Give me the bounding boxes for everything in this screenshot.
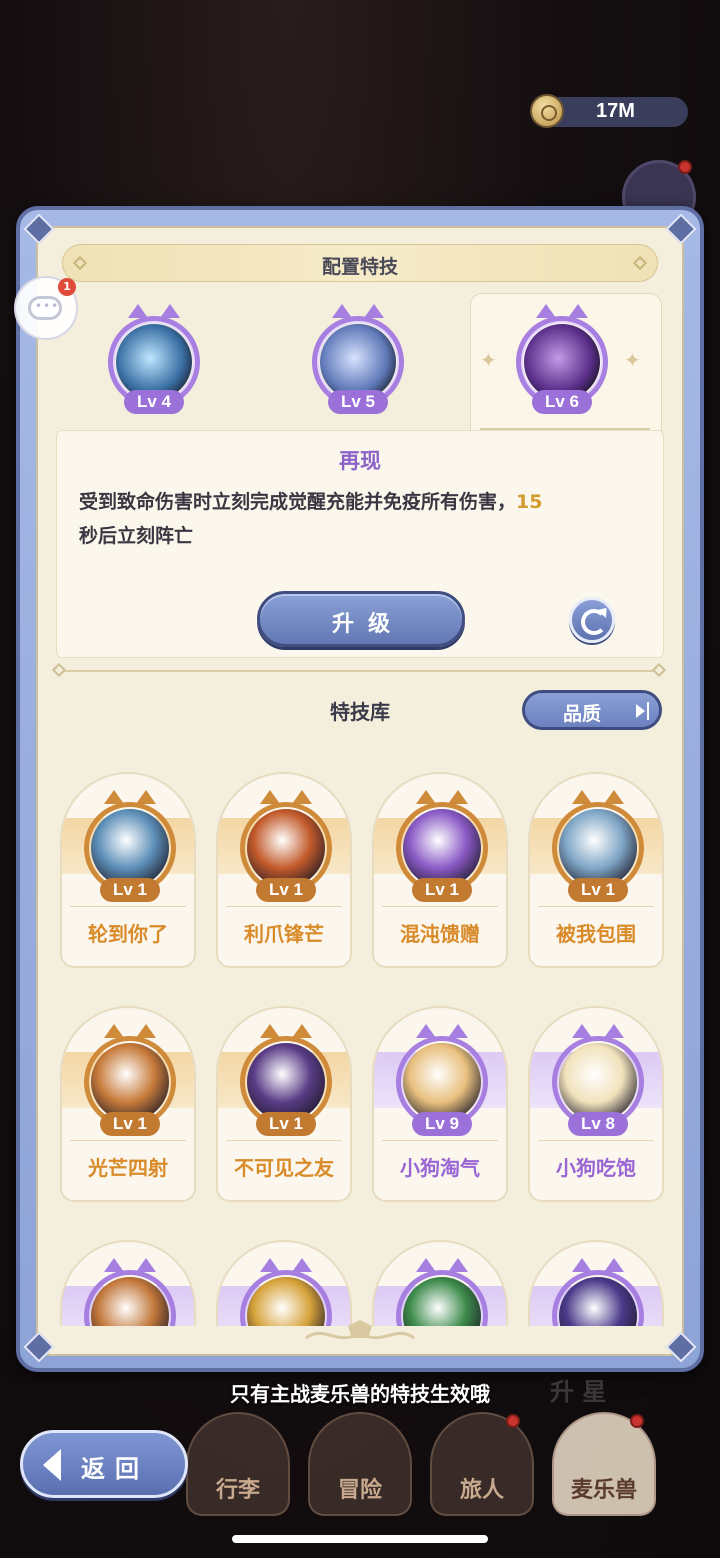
skill-card[interactable]: [528, 1240, 664, 1326]
skill-library-grid: Lv 1 轮到你了 Lv 1 利爪锋芒 Lv 1 混沌馈赠 Lv 1 被我包围 Lv 1 光芒四射…: [56, 770, 668, 1326]
skill-card[interactable]: [372, 1240, 508, 1326]
card-name: 被我包围: [556, 922, 636, 946]
card-level: Lv 9: [412, 1112, 472, 1136]
nav-item-melody-beast[interactable]: 麦乐兽: [552, 1412, 656, 1516]
nav-label: 冒险: [337, 1478, 382, 1503]
nav-label: 麦乐兽: [570, 1478, 637, 1503]
upgrade-button[interactable]: 升级: [257, 591, 465, 647]
chat-badge: 1: [58, 278, 76, 296]
card-name: 混沌馈赠: [400, 922, 480, 946]
back-button-label: 返回: [81, 1455, 149, 1483]
skill-card[interactable]: [60, 1240, 196, 1326]
card-divider: [382, 1140, 498, 1141]
skill-icon: Lv 1: [240, 1024, 332, 1136]
skill-card[interactable]: [216, 1240, 352, 1326]
sparkle-icon: ✦: [624, 348, 641, 372]
card-divider: [538, 1140, 654, 1141]
play-arrow-bar: [647, 702, 649, 720]
slot-level: Lv 5: [328, 390, 388, 414]
slot-level: Lv 4: [124, 390, 184, 414]
card-level: Lv 1: [100, 878, 160, 902]
skill-card[interactable]: Lv 1 轮到你了: [60, 772, 196, 968]
nav-label: 旅人: [459, 1478, 504, 1503]
nav-item-luggage[interactable]: 行李: [186, 1412, 290, 1516]
card-level: Lv 1: [412, 878, 472, 902]
skill-icon: Lv 1: [552, 790, 644, 902]
play-arrow-icon: [636, 704, 645, 718]
notification-dot: [506, 1414, 520, 1428]
skill-detail-box: 再现 受到致命伤害时立刻完成觉醒充能并免疫所有伤害，15 秒后立刻阵亡 升级: [56, 430, 664, 658]
equipped-skill-slot-1[interactable]: Lv 4: [108, 304, 200, 414]
card-divider: [382, 906, 498, 907]
notification-dot: [630, 1414, 644, 1428]
skill-icon: [84, 1258, 176, 1326]
skill-description-text: 秒后立刻阵亡: [79, 525, 194, 547]
skill-icon: Lv 1: [84, 1024, 176, 1136]
back-arrow-icon: [43, 1449, 61, 1481]
skill-card[interactable]: Lv 9 小狗淘气: [372, 1006, 508, 1202]
upgrade-button-label: 升级: [331, 612, 404, 637]
upgrade-star-label: 升 星: [550, 1378, 607, 1406]
skill-icon: Lv 9: [396, 1024, 488, 1136]
card-name: 利爪锋芒: [244, 922, 324, 946]
panel-title-bar: 配置特技: [62, 244, 658, 282]
reset-icon[interactable]: [569, 597, 615, 643]
card-name: 不可见之友: [234, 1156, 334, 1180]
equipped-skill-slot-2[interactable]: Lv 5: [312, 304, 404, 414]
chat-bubble-icon: [28, 296, 62, 320]
home-indicator[interactable]: [232, 1535, 488, 1543]
skill-card[interactable]: Lv 1 不可见之友: [216, 1006, 352, 1202]
card-name: 光芒四射: [88, 1156, 168, 1180]
quality-filter-button[interactable]: 品质: [522, 690, 662, 730]
currency-display: 17M: [530, 94, 688, 128]
card-divider: [226, 906, 342, 907]
card-level: Lv 8: [568, 1112, 628, 1136]
panel-title: 配置特技: [321, 256, 398, 278]
card-ring: [84, 1270, 176, 1326]
currency-amount: 17M: [596, 100, 635, 122]
equipped-skill-slot-3[interactable]: Lv 6: [516, 304, 608, 414]
skill-name: 再现: [339, 449, 381, 473]
nav-item-adventure[interactable]: 冒险: [308, 1412, 412, 1516]
coin-icon: [530, 94, 564, 128]
sparkle-icon: ✦: [480, 348, 497, 372]
skill-description: 受到致命伤害时立刻完成觉醒充能并免疫所有伤害，15 秒后立刻阵亡: [79, 485, 639, 553]
skill-card[interactable]: Lv 1 光芒四射: [60, 1006, 196, 1202]
skill-card[interactable]: Lv 1 被我包围: [528, 772, 664, 968]
card-name: 小狗吃饱: [556, 1156, 636, 1180]
slot-level: Lv 6: [532, 390, 592, 414]
card-name: 小狗淘气: [400, 1156, 480, 1180]
card-divider: [70, 1140, 186, 1141]
back-button[interactable]: 返回: [20, 1430, 188, 1498]
card-name: 轮到你了: [88, 922, 168, 946]
divider: [60, 670, 660, 672]
card-divider: [538, 906, 654, 907]
card-level: Lv 1: [568, 878, 628, 902]
skill-description-text: 受到致命伤害时立刻完成觉醒充能并免疫所有伤害，: [79, 491, 517, 513]
skill-icon: Lv 1: [240, 790, 332, 902]
card-divider: [226, 1140, 342, 1141]
skill-card[interactable]: Lv 1 利爪锋芒: [216, 772, 352, 968]
hint-text: 只有主战麦乐兽的特技生效哦: [230, 1382, 490, 1406]
skill-icon: Lv 8: [552, 1024, 644, 1136]
skill-icon: [552, 1258, 644, 1326]
card-level: Lv 1: [256, 1112, 316, 1136]
nav-item-traveler[interactable]: 旅人: [430, 1412, 534, 1516]
card-level: Lv 1: [256, 878, 316, 902]
skill-icon: Lv 1: [84, 790, 176, 902]
nav-label: 行李: [215, 1478, 260, 1503]
card-level: Lv 1: [100, 1112, 160, 1136]
skill-card[interactable]: Lv 1 混沌馈赠: [372, 772, 508, 968]
skill-card[interactable]: Lv 8 小狗吃饱: [528, 1006, 664, 1202]
card-ring: [552, 1270, 644, 1326]
bottom-ornament: [305, 1320, 415, 1340]
skill-icon: Lv 1: [396, 790, 488, 902]
skill-library-title: 特技库: [330, 700, 390, 724]
card-divider: [70, 906, 186, 907]
quality-filter-label: 品质: [563, 703, 602, 725]
notification-dot: [678, 160, 692, 174]
skill-description-number: 15: [516, 491, 543, 513]
